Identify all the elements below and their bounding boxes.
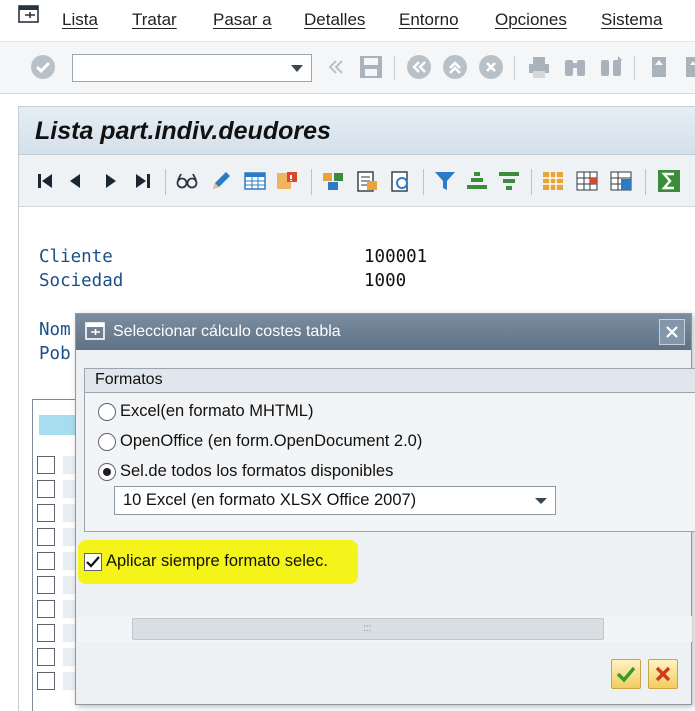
print-icon[interactable] <box>526 54 552 80</box>
menu-bar: Lista Tratar Pasar a Detalles Entorno Op… <box>0 0 695 42</box>
first-icon[interactable] <box>33 169 57 193</box>
radio-all-formats[interactable] <box>98 463 116 481</box>
menu-tratar[interactable]: Tratar <box>132 10 177 30</box>
select-layout-icon[interactable] <box>243 169 267 193</box>
toolbar-separator <box>311 169 312 195</box>
row-select-checkbox[interactable] <box>37 480 55 498</box>
dialog-titlebar[interactable]: Seleccionar cálculo costes tabla <box>76 314 691 350</box>
previous-icon[interactable] <box>63 169 87 193</box>
row-select-checkbox[interactable] <box>37 504 55 522</box>
radio-openoffice[interactable] <box>98 433 116 451</box>
field-value-sociedad: 1000 <box>364 271 407 291</box>
toolbar-separator <box>165 169 166 195</box>
details-icon[interactable] <box>355 169 379 193</box>
option-label-excel-mhtml[interactable]: Excel(en formato MHTML) <box>120 402 313 421</box>
toolbar-separator <box>634 56 635 80</box>
sum-icon[interactable] <box>657 169 681 193</box>
option-label-openoffice[interactable]: OpenOffice (en form.OpenDocument 2.0) <box>120 432 422 451</box>
row-select-checkbox[interactable] <box>37 600 55 618</box>
double-chevron-left-icon <box>328 60 343 74</box>
dialog-window-icon <box>85 322 105 340</box>
toolbar-separator <box>423 169 424 195</box>
zoom-icon[interactable] <box>389 169 413 193</box>
column-icon[interactable] <box>575 169 599 193</box>
toolbar-separator <box>514 56 515 80</box>
row-select-checkbox[interactable] <box>37 624 55 642</box>
standard-toolbar <box>0 42 695 94</box>
display-icon[interactable] <box>175 169 199 193</box>
field-label-nombre: Nom <box>39 320 71 340</box>
field-label-sociedad: Sociedad <box>39 271 124 291</box>
select-format-dialog: Seleccionar cálculo costes tabla Formato… <box>75 313 695 705</box>
sort-descending-icon[interactable] <box>497 169 521 193</box>
horizontal-scrollbar[interactable]: ::: <box>78 616 692 642</box>
field-value-cliente: 100001 <box>364 247 428 267</box>
row-select-checkbox[interactable] <box>37 672 55 690</box>
edit-icon[interactable] <box>209 169 233 193</box>
chevron-down-icon[interactable] <box>535 498 547 504</box>
formats-group-title: Formatos <box>95 371 163 388</box>
toolbar-separator <box>531 169 532 195</box>
formats-group-header: Formatos <box>85 369 695 393</box>
row-select-checkbox[interactable] <box>37 576 55 594</box>
radio-excel-mhtml[interactable] <box>98 403 116 421</box>
menu-lista[interactable]: Lista <box>62 10 98 30</box>
always-apply-label[interactable]: Aplicar siempre formato selec. <box>106 552 328 571</box>
menu-pasar-a[interactable]: Pasar a <box>213 10 272 30</box>
toolbar-separator <box>394 56 395 80</box>
enter-icon[interactable] <box>30 54 56 80</box>
row-select-checkbox[interactable] <box>37 456 55 474</box>
scroll-grip-icon: ::: <box>363 623 372 634</box>
cancel-icon[interactable] <box>478 54 504 80</box>
menu-sistema[interactable]: Sistema <box>601 10 662 30</box>
format-dropdown[interactable]: 10 Excel (en formato XLSX Office 2007) <box>114 486 556 515</box>
command-field[interactable] <box>72 54 312 82</box>
application-toolbar <box>19 155 695 207</box>
totals-icon[interactable] <box>321 169 345 193</box>
format-dropdown-value: 10 Excel (en formato XLSX Office 2007) <box>123 491 417 509</box>
previous-page-icon[interactable] <box>680 54 695 80</box>
find-icon[interactable] <box>562 54 588 80</box>
export-icon[interactable] <box>609 169 633 193</box>
next-icon[interactable] <box>99 169 123 193</box>
exit-icon[interactable] <box>442 54 468 80</box>
change-layout-icon[interactable] <box>275 169 299 193</box>
filter-icon[interactable] <box>433 169 457 193</box>
layout-icon[interactable] <box>541 169 565 193</box>
chevron-down-icon[interactable] <box>291 65 303 72</box>
back-icon[interactable] <box>406 54 432 80</box>
screen-header: Lista part.indiv.deudores <box>19 107 695 155</box>
menu-entorno[interactable]: Entorno <box>399 10 459 30</box>
find-next-icon[interactable] <box>598 54 624 80</box>
always-apply-checkbox[interactable] <box>84 553 102 571</box>
system-menu-icon[interactable] <box>18 5 42 25</box>
row-select-checkbox[interactable] <box>37 528 55 546</box>
row-select-checkbox[interactable] <box>37 552 55 570</box>
page-title: Lista part.indiv.deudores <box>35 117 331 145</box>
close-icon <box>655 666 671 682</box>
save-icon[interactable] <box>358 54 384 80</box>
close-icon <box>666 326 678 338</box>
dialog-title: Seleccionar cálculo costes tabla <box>113 323 341 340</box>
row-select-checkbox[interactable] <box>37 648 55 666</box>
continue-button[interactable] <box>611 659 641 689</box>
radio-selected-dot <box>103 468 111 476</box>
first-page-icon[interactable] <box>646 54 672 80</box>
cancel-button[interactable] <box>648 659 678 689</box>
toolbar-separator <box>645 169 646 195</box>
menu-opciones[interactable]: Opciones <box>495 10 567 30</box>
sort-ascending-icon[interactable] <box>465 169 489 193</box>
menu-detalles[interactable]: Detalles <box>304 10 365 30</box>
field-label-cliente: Cliente <box>39 247 113 267</box>
dialog-close-button[interactable] <box>659 319 685 345</box>
check-icon <box>616 666 636 683</box>
last-icon[interactable] <box>131 169 155 193</box>
field-label-poblacion: Pob <box>39 344 71 364</box>
scroll-thumb[interactable]: ::: <box>132 618 604 640</box>
checkmark-icon <box>86 556 100 568</box>
option-label-all-formats[interactable]: Sel.de todos los formatos disponibles <box>120 462 393 481</box>
